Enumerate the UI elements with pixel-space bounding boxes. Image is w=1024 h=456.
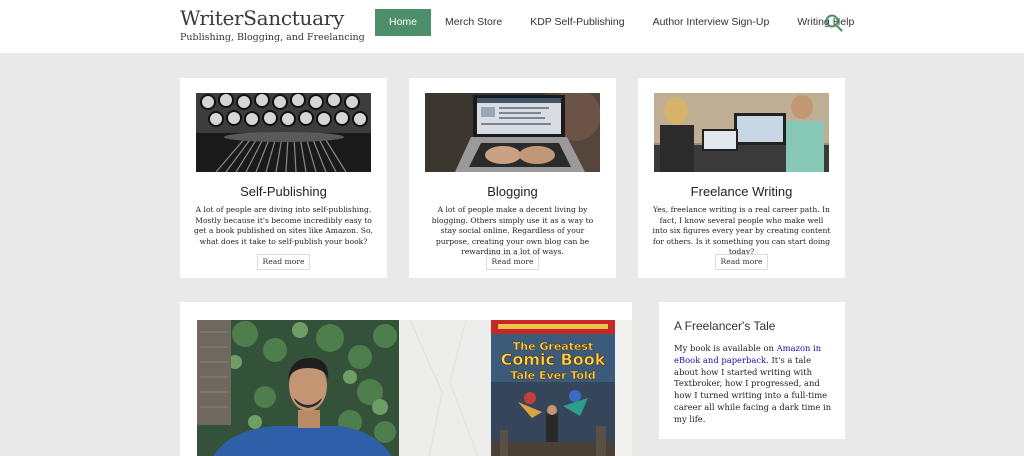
typewriter-image[interactable] (196, 93, 371, 172)
read-more-button[interactable]: Read more (485, 254, 540, 270)
widget-text-intro: My book is available on (674, 343, 777, 353)
card-blogging: Blogging A lot of people make a decent l… (409, 78, 616, 278)
card-excerpt: A lot of people make a decent living by … (431, 205, 594, 257)
read-more-button[interactable]: Read more (714, 254, 769, 270)
search-icon[interactable] (825, 14, 843, 32)
site-tagline: Publishing, Blogging, and Freelancing (180, 32, 365, 43)
widget-title: A Freelancer's Tale (674, 319, 776, 333)
nav-item-home[interactable]: Home (375, 9, 432, 36)
svg-text:Comic Book: Comic Book (501, 350, 606, 369)
card-excerpt: Yes, freelance writing is a real career … (652, 205, 831, 257)
nav-item-kdp-self-publishing[interactable]: KDP Self-Publishing (516, 9, 638, 36)
site-brand[interactable]: WriterSanctuary Publishing, Blogging, an… (180, 7, 365, 43)
site-header: WriterSanctuary Publishing, Blogging, an… (0, 0, 1024, 53)
widget-text: My book is available on Amazon in eBook … (674, 343, 834, 426)
card-self-publishing: Self-Publishing A lot of people are divi… (180, 78, 387, 278)
main-nav: Home Merch Store KDP Self-Publishing Aut… (375, 9, 868, 36)
book-sidebar-widget: A Freelancer's Tale My book is available… (659, 302, 845, 439)
site-title[interactable]: WriterSanctuary (180, 7, 365, 29)
read-more-button[interactable]: Read more (256, 254, 311, 270)
card-excerpt: A lot of people are diving into self-pub… (194, 205, 373, 246)
book-feature-panel: The Greatest Comic Book Tale Ever Told (180, 302, 632, 456)
card-freelance-writing: Freelance Writing Yes, freelance writing… (638, 78, 845, 278)
card-title[interactable]: Self-Publishing (180, 184, 387, 199)
nav-item-author-interview-sign-up[interactable]: Author Interview Sign-Up (639, 9, 784, 36)
card-title[interactable]: Blogging (409, 184, 616, 199)
card-title[interactable]: Freelance Writing (638, 184, 845, 199)
widget-text-body: . It's a tale about how I started writin… (674, 354, 832, 424)
office-coworkers-image[interactable] (654, 93, 829, 172)
book-promo-image[interactable]: The Greatest Comic Book Tale Ever Told (180, 302, 632, 456)
nav-item-merch-store[interactable]: Merch Store (431, 9, 516, 36)
laptop-typing-image[interactable] (425, 93, 600, 172)
svg-text:Tale Ever Told: Tale Ever Told (510, 369, 595, 382)
